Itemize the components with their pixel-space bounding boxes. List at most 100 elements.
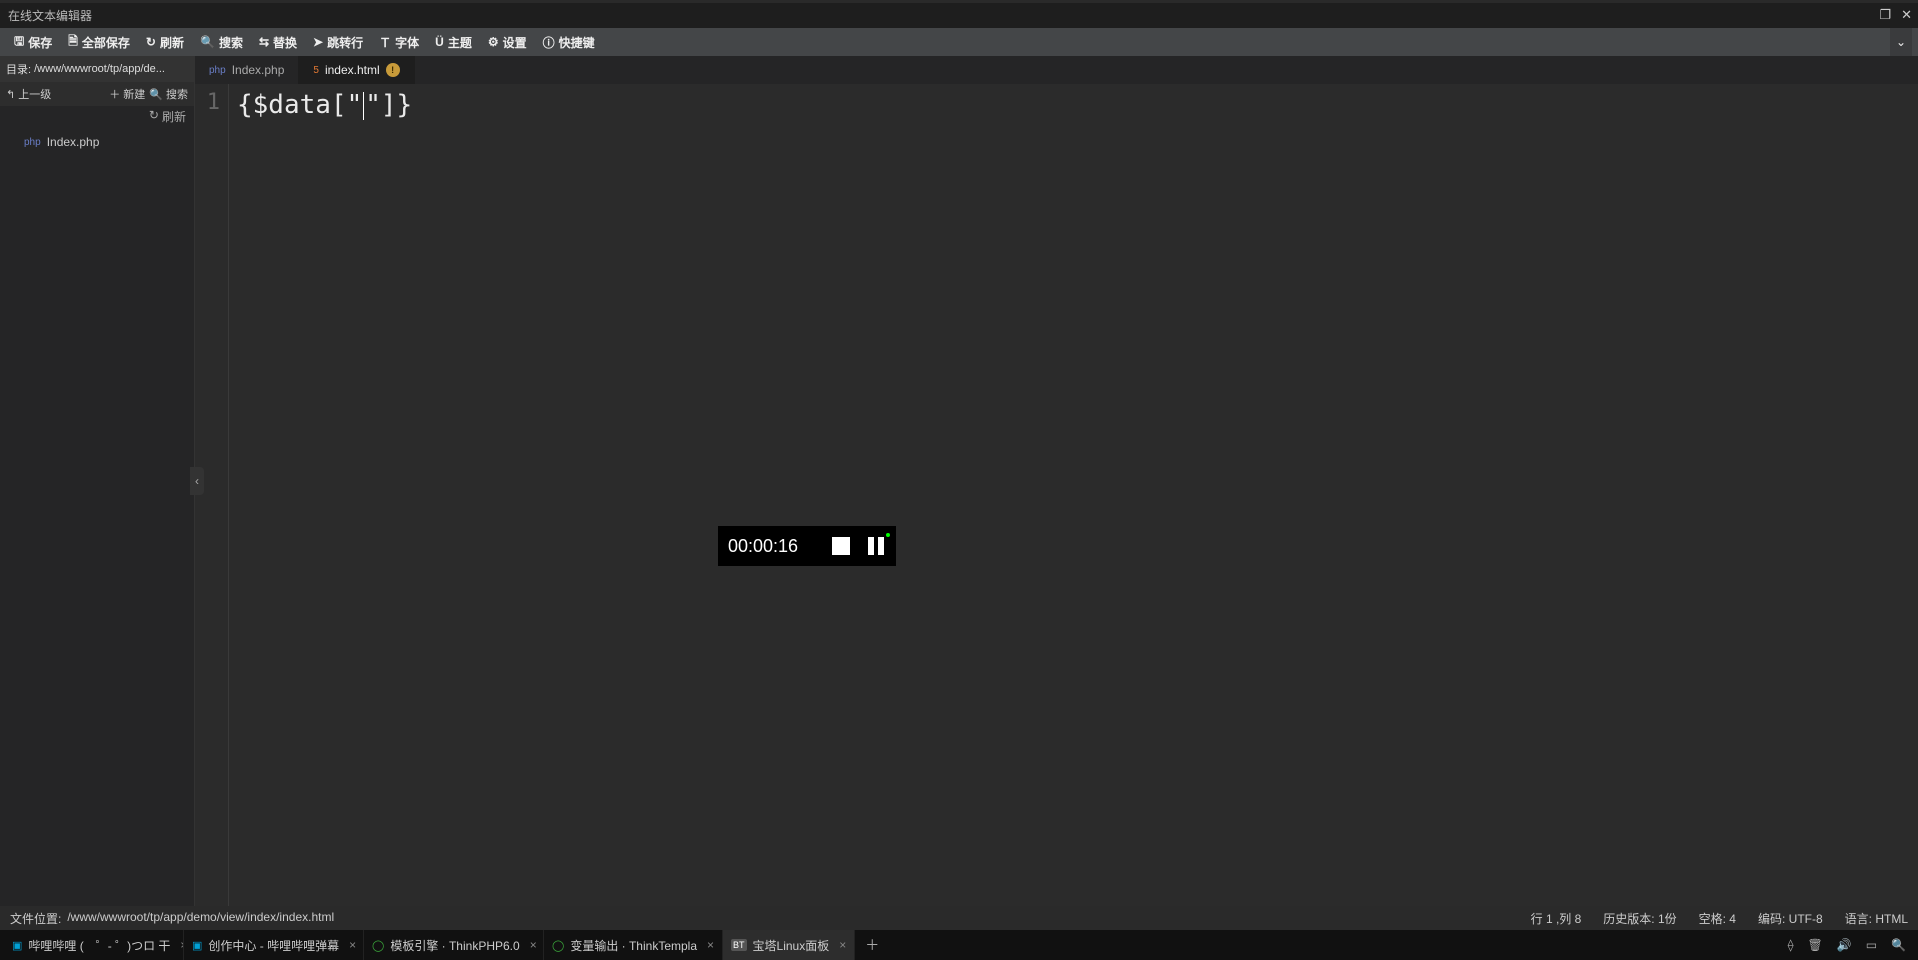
collapse-sidebar-handle[interactable]: ‹ <box>190 467 204 495</box>
code-text: "]} <box>365 90 412 120</box>
recorder-stop-button[interactable] <box>832 537 850 555</box>
save-all-icon: 🗎 <box>68 32 78 53</box>
file-tree-item[interactable]: php Index.php <box>0 131 194 153</box>
search-icon: 🔍 <box>149 88 163 101</box>
font-button[interactable]: Ｔ字体 <box>371 34 427 51</box>
save-label: 保存 <box>28 34 52 51</box>
shortcuts-button[interactable]: ⓘ快捷键 <box>535 34 603 51</box>
rocket-icon[interactable]: ⟠ <box>1788 938 1794 952</box>
taskbar-tab[interactable]: ▣ 哔哩哔哩 ( ゜- ゜)つロ 干 × <box>4 930 184 960</box>
taskbar-tab[interactable]: ▣ 创作中心 - 哔哩哔哩弹幕 × <box>184 930 364 960</box>
bt-panel-icon: BT <box>731 939 747 951</box>
tab-label: index.html <box>325 63 380 77</box>
file-location: /www/wwwroot/tp/app/demo/view/index/inde… <box>67 910 334 927</box>
code-content[interactable]: {$data[""]} <box>229 84 1918 906</box>
window-title-bar: 在线文本编辑器 ❐ ✕ <box>0 3 1918 28</box>
tab-close-icon[interactable]: × <box>176 938 184 952</box>
expand-button[interactable]: ⌄ <box>1890 28 1912 56</box>
main-area: 目录: /www/wwwroot/tp/app/de... ↰上一级 ＋新建 🔍… <box>0 56 1918 906</box>
trash-icon[interactable]: 🗑 <box>1808 938 1823 952</box>
line-col-indicator[interactable]: 行 1 ,列 8 <box>1531 910 1582 927</box>
thinkphp-icon: ◯ <box>552 939 564 952</box>
os-search-icon[interactable]: 🔍 <box>1891 938 1906 952</box>
search-label: 搜索 <box>219 34 243 51</box>
goto-button[interactable]: ➤跳转行 <box>305 34 371 51</box>
html-file-icon: 5 <box>313 65 319 76</box>
code-editor[interactable]: 1 {$data[""]} <box>195 84 1918 906</box>
tab-title: 宝塔Linux面板 <box>753 937 830 954</box>
taskbar-tab[interactable]: ◯ 模板引擎 · ThinkPHP6.0 × <box>364 930 544 960</box>
editor-tab[interactable]: 5 index.html ! <box>299 56 414 84</box>
up-arrow-icon: ↰ <box>6 88 15 101</box>
editor-tabs: php Index.php 5 index.html ! <box>195 56 1918 84</box>
sidebar-refresh[interactable]: ↻刷新 <box>0 106 194 127</box>
recorder-pause-button[interactable] <box>868 537 886 555</box>
refresh-button[interactable]: ↻刷新 <box>138 34 192 51</box>
refresh-icon: ↻ <box>146 35 156 49</box>
shortcuts-label: 快捷键 <box>559 34 595 51</box>
settings-button[interactable]: ⚙设置 <box>480 34 535 51</box>
dir-path: /www/wwwroot/tp/app/de... <box>34 63 165 75</box>
replace-button[interactable]: ⇆ 替换 <box>251 34 305 51</box>
theme-button[interactable]: Ü 主题 <box>427 34 480 51</box>
sidebar-actions: ↰上一级 ＋新建 🔍搜索 <box>0 82 194 106</box>
tab-close-icon[interactable]: × <box>526 938 537 952</box>
new-tab-button[interactable]: ＋ <box>855 935 889 955</box>
tab-title: 变量输出 · ThinkTempla <box>570 937 697 954</box>
editor-tab[interactable]: php Index.php <box>195 56 299 84</box>
theme-icon: Ü <box>435 35 444 49</box>
font-label: 字体 <box>395 34 419 51</box>
encoding-indicator[interactable]: 编码: UTF-8 <box>1758 910 1823 927</box>
sidebar-search-button[interactable]: 🔍搜索 <box>149 86 188 102</box>
line-gutter: 1 <box>195 84 229 906</box>
theme-label: 主题 <box>448 34 472 51</box>
tab-close-icon[interactable]: × <box>345 938 356 952</box>
tab-close-icon[interactable]: × <box>703 938 714 952</box>
directory-path-row[interactable]: 目录: /www/wwwroot/tp/app/de... <box>0 56 194 82</box>
chevron-down-icon: ⌄ <box>1896 35 1906 49</box>
volume-icon[interactable]: 🔊 <box>1837 938 1852 952</box>
replace-icon: ⇆ <box>259 35 269 49</box>
multitask-icon[interactable]: ▭ <box>1866 938 1877 952</box>
thinkphp-icon: ◯ <box>372 939 384 952</box>
info-icon: ⓘ <box>543 34 555 51</box>
save-icon: 🖫 <box>14 32 24 53</box>
save-all-label: 全部保存 <box>82 34 130 51</box>
language-indicator[interactable]: 语言: HTML <box>1845 910 1908 927</box>
spaces-indicator[interactable]: 空格: 4 <box>1699 910 1736 927</box>
save-button[interactable]: 🖫保存 <box>6 32 60 53</box>
bilibili-icon: ▣ <box>12 939 22 952</box>
new-file-button[interactable]: ＋新建 <box>109 86 145 102</box>
history-indicator[interactable]: 历史版本: 1份 <box>1603 910 1676 927</box>
recorder-timer: 00:00:16 <box>728 536 814 557</box>
tab-label: Index.php <box>232 63 285 77</box>
line-number: 1 <box>195 90 220 115</box>
sidebar-search-label: 搜索 <box>166 86 188 102</box>
main-toolbar: 🖫保存 🗎全部保存 ↻刷新 🔍 搜索 ⇆ 替换 ➤跳转行 Ｔ字体 Ü 主题 ⚙设置 ⓘ… <box>0 28 1918 56</box>
font-icon: Ｔ <box>379 34 391 51</box>
unsaved-indicator-icon: ! <box>386 63 400 77</box>
file-loc-label: 文件位置: <box>10 910 61 927</box>
file-name: Index.php <box>47 135 100 149</box>
status-bar: 文件位置: /www/wwwroot/tp/app/demo/view/inde… <box>0 906 1918 930</box>
php-file-icon: php <box>209 65 226 76</box>
settings-label: 设置 <box>503 34 527 51</box>
restore-icon[interactable]: ❐ <box>1879 7 1891 23</box>
save-all-button[interactable]: 🗎全部保存 <box>60 32 138 53</box>
php-file-icon: php <box>24 137 41 148</box>
goto-label: 跳转行 <box>327 34 363 51</box>
taskbar-tab[interactable]: ◯ 变量输出 · ThinkTempla × <box>544 930 723 960</box>
tab-title: 哔哩哔哩 ( ゜- ゜)つロ 干 <box>28 937 170 954</box>
replace-label: 替换 <box>273 34 297 51</box>
screen-recorder-overlay: 00:00:16 <box>718 526 896 566</box>
taskbar-tab[interactable]: BT 宝塔Linux面板 × <box>723 930 855 960</box>
up-level-button[interactable]: ↰上一级 <box>6 86 51 102</box>
bilibili-icon: ▣ <box>192 939 202 952</box>
plus-icon: ＋ <box>109 86 120 102</box>
sidebar-refresh-label: 刷新 <box>162 108 186 125</box>
search-button[interactable]: 🔍 搜索 <box>192 34 251 51</box>
system-tray: ⟠ 🗑 🔊 ▭ 🔍 <box>1788 938 1914 952</box>
tab-close-icon[interactable]: × <box>835 938 846 952</box>
close-icon[interactable]: ✕ <box>1901 7 1912 23</box>
search-icon: 🔍 <box>200 35 215 49</box>
